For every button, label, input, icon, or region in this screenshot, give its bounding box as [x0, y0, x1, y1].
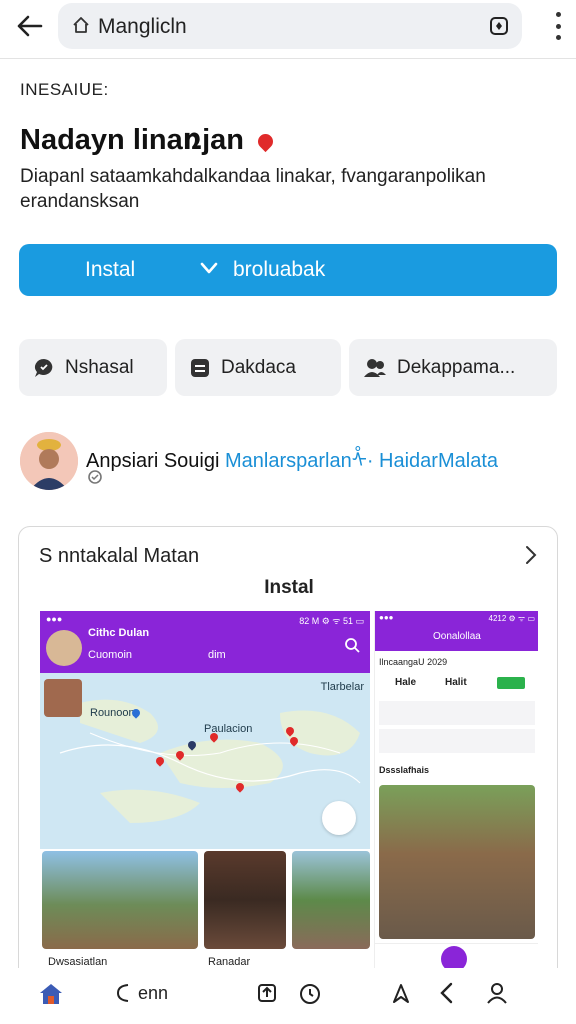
address-bar[interactable]: Manglicln [58, 3, 522, 49]
screenshot-header: ●●● 82 M ⚙ ᯤ 51 ▭ Cithc Dulan Cuomoin di… [40, 611, 370, 673]
chip-label: Nshasal [65, 356, 134, 378]
status-left: ●●● [46, 614, 63, 624]
people-icon [364, 358, 386, 377]
map-control-button[interactable] [322, 801, 356, 835]
chip-document[interactable]: Dakdaca [175, 339, 341, 396]
url-text: Manglicln [98, 15, 187, 38]
tab-2: Halit [445, 677, 467, 688]
app-title-text: Nadayn linaռjan [20, 124, 244, 156]
arrow-left-icon [17, 15, 43, 37]
chevron-left-icon [440, 982, 453, 1004]
screenshots-card[interactable]: S nntakalal Matan Instal ●●● 82 M ⚙ ᯤ 51… [18, 526, 558, 1024]
secondary-label: broluabak [233, 258, 326, 281]
verified-icon [88, 470, 102, 484]
timer-button[interactable] [298, 982, 322, 1006]
navigate-icon [393, 984, 409, 1003]
kebab-icon [555, 12, 561, 17]
home-icon [40, 984, 62, 1004]
nav-label: enn [138, 982, 169, 1003]
chip-label: Dekappama... [397, 356, 516, 378]
profile-button[interactable] [486, 982, 508, 1004]
map-label: Tlarbelar [320, 681, 364, 693]
developer-avatar [20, 432, 78, 490]
chevron-down-icon [200, 262, 218, 274]
refresh-icon [116, 984, 129, 1002]
share-button[interactable] [256, 982, 278, 1004]
overflow-menu-button[interactable] [554, 12, 562, 40]
navigate-button[interactable] [390, 982, 412, 1004]
photo-thumbnail [379, 785, 535, 939]
app-description: Diapanl sataamkahdalkandaa linakar, fvan… [20, 166, 486, 212]
screenshot-2[interactable]: ●●● 4212 ⚙ ᯤ ▭ Oonalollaa Ilncaangaᑌ 202… [374, 611, 538, 975]
chevron-right-icon[interactable] [525, 545, 537, 565]
screenshot-header: ●●● 4212 ⚙ ᯤ ▭ Oonalollaa [375, 611, 538, 651]
photo-thumbnail [204, 851, 286, 949]
map-view: Tlarbelar Rounoon Paulacion [40, 673, 370, 849]
status-badge [497, 677, 525, 689]
chevron-back-button[interactable] [438, 982, 454, 1004]
timer-icon [300, 984, 320, 1004]
status-right: 4212 ⚙ ᯤ ▭ [488, 614, 536, 623]
browser-top-bar: Manglicln [0, 0, 576, 56]
share-box-icon [258, 984, 276, 1002]
header-title: Cithc Dulan [88, 627, 150, 639]
header-subtitle-2: dim [208, 649, 226, 661]
bottom-navigation: enn [0, 968, 576, 1024]
map-thumbnail [44, 679, 82, 717]
status-bar: ●●● 4212 ⚙ ᯤ ▭ [379, 613, 536, 623]
list-heading: Ilncaangaᑌ 2029 [379, 657, 448, 667]
footer-label-2: Ranadar [208, 956, 251, 968]
back-button[interactable] [14, 10, 46, 42]
card-subtitle: Instal [264, 577, 314, 598]
status-left: ●●● [379, 613, 394, 622]
list-item [379, 729, 535, 753]
status-right: 82 M ⚙ ᯤ 51 ▭ [299, 616, 364, 626]
avatar [46, 630, 82, 666]
home-icon [73, 17, 89, 33]
document-icon [191, 358, 209, 377]
map-landmass [59, 699, 361, 823]
header-title: Oonalollaa [433, 631, 481, 642]
screenshot-1[interactable]: ●●● 82 M ⚙ ᯤ 51 ▭ Cithc Dulan Cuomoin di… [40, 611, 370, 975]
chat-bubble-icon [35, 358, 53, 377]
header-subtitle: Cuomoin [88, 649, 133, 661]
list-item [379, 701, 535, 725]
chip-label: Dakdaca [221, 356, 296, 378]
category-label: INESAIᑌE: [20, 80, 109, 99]
photo-thumbnail [42, 851, 198, 949]
developer-name: Anpsiari Souigi [86, 450, 220, 472]
home-button[interactable] [38, 982, 64, 1006]
developer-link[interactable]: Manlarsparlanᢥ· HaidarMalata [225, 450, 498, 472]
footer-label: Dwsasiatlan [48, 956, 108, 968]
status-bar: ●●● 82 M ⚙ ᯤ 51 ▭ [46, 614, 364, 626]
chip-people[interactable]: Dekappama... [349, 339, 557, 396]
photo-thumbnail [292, 851, 370, 949]
top-divider [0, 58, 576, 59]
location-pin-icon [254, 130, 277, 152]
developer-line: Anpsiari Souigi Manlarsparlanᢥ· HaidarMa… [86, 438, 498, 473]
card-title: S nntakalal Matan [39, 545, 200, 567]
install-button[interactable]: Instal broluabak [19, 244, 557, 296]
tab-1: Hale [395, 677, 417, 688]
person-icon [487, 983, 507, 1004]
map-label: Rounoon [90, 707, 135, 719]
search-icon [345, 638, 360, 653]
back-nav-button[interactable]: enn [114, 982, 168, 1004]
app-title: Nadayn linaռjan [20, 122, 277, 157]
tabs-icon[interactable] [488, 15, 510, 37]
section-title: Dssslafhais [379, 765, 430, 775]
chip-chat[interactable]: Nshasal [19, 339, 167, 396]
install-label: Instal [85, 258, 136, 281]
